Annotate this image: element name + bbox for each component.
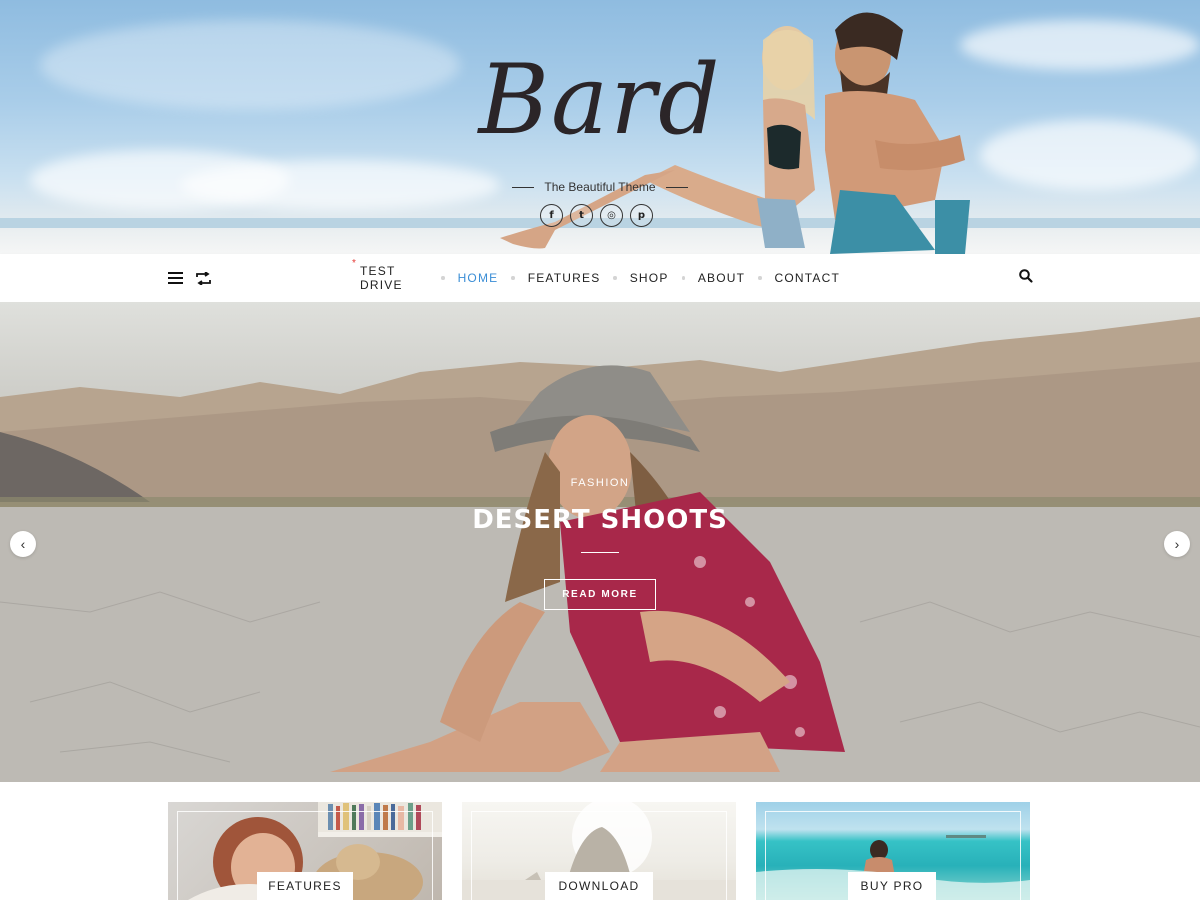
promo-box-buy-pro[interactable]: BUY PRO	[756, 802, 1030, 900]
facebook-icon[interactable]: f	[540, 204, 563, 227]
nav-separator	[511, 276, 515, 280]
nav-item-shop[interactable]: SHOP	[630, 271, 669, 285]
nav-item-test-drive[interactable]: * TEST DRIVE	[352, 258, 428, 292]
tagline-rule-left	[512, 186, 535, 188]
site-tagline: The Beautiful Theme	[544, 180, 656, 194]
instagram-icon[interactable]: ◎	[600, 204, 623, 227]
slide-category[interactable]: FASHION	[500, 477, 700, 489]
nav-item-contact[interactable]: CONTACT	[775, 271, 841, 285]
nav-item-label: TEST DRIVE	[360, 264, 403, 292]
twitter-icon[interactable]: t	[570, 204, 593, 227]
pinterest-icon[interactable]: p	[630, 204, 653, 227]
header-banner: Bard The Beautiful Theme f t ◎ p	[0, 0, 1200, 254]
nav-item-about[interactable]: ABOUT	[698, 271, 745, 285]
cloud	[960, 20, 1200, 70]
tagline-block: The Beautiful Theme	[510, 178, 690, 196]
nav-menu: * TEST DRIVE HOME FEATURES SHOP ABOUT CO…	[352, 254, 841, 302]
nav-separator	[681, 276, 685, 280]
social-links: f t ◎ p	[540, 204, 653, 227]
cloud	[180, 160, 500, 210]
cloud	[980, 120, 1200, 190]
slider-next-arrow-icon[interactable]: ›	[1164, 531, 1190, 557]
cloud	[40, 20, 460, 110]
nav-separator	[441, 276, 445, 280]
site-logo[interactable]: Bard	[450, 40, 750, 160]
promo-label[interactable]: BUY PRO	[848, 872, 936, 900]
slide-title[interactable]: DESERT SHOOTS	[400, 505, 800, 535]
search-icon[interactable]	[1018, 268, 1034, 284]
promo-box-download[interactable]: DOWNLOAD	[462, 802, 736, 900]
nav-separator	[613, 276, 617, 280]
featured-slider: FASHION DESERT SHOOTS READ MORE ‹ ›	[0, 302, 1200, 782]
slide-image-desert	[0, 317, 1200, 782]
hamburger-menu-icon[interactable]	[165, 268, 185, 288]
nav-item-features[interactable]: FEATURES	[528, 271, 601, 285]
promo-box-features[interactable]: FEATURES	[168, 802, 442, 900]
new-marker: *	[352, 258, 358, 269]
slider-prev-arrow-icon[interactable]: ‹	[10, 531, 36, 557]
slide-divider	[581, 552, 619, 553]
promo-label[interactable]: FEATURES	[257, 872, 353, 900]
nav-separator	[758, 276, 762, 280]
read-more-button[interactable]: READ MORE	[544, 579, 656, 610]
nav-item-home[interactable]: HOME	[458, 271, 499, 285]
tagline-rule-right	[665, 186, 688, 188]
promo-label[interactable]: DOWNLOAD	[545, 872, 653, 900]
random-post-icon[interactable]	[193, 268, 213, 288]
